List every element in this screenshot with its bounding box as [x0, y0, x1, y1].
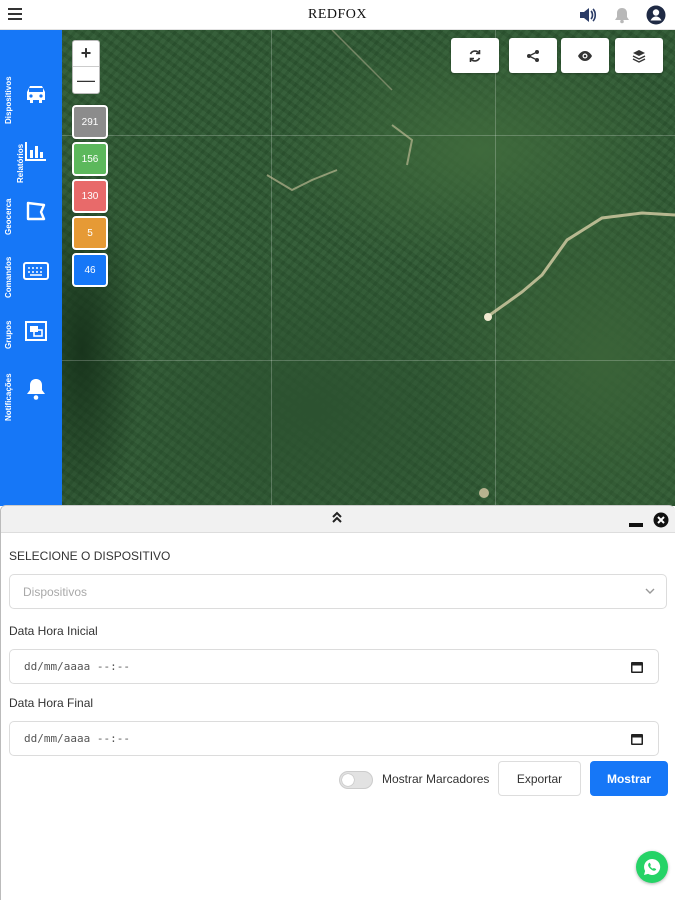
- end-date-label: Data Hora Final: [9, 696, 94, 710]
- map-road-trails: [266, 30, 675, 498]
- layers-button[interactable]: [615, 38, 663, 73]
- visibility-button[interactable]: [561, 38, 609, 73]
- sidebar-item-grupos[interactable]: Grupos: [0, 305, 62, 365]
- app-title: REDFOX: [307, 7, 367, 22]
- end-date-placeholder: dd/mm/aaaa --:--: [24, 732, 130, 745]
- status-badge-green[interactable]: 156: [72, 142, 108, 176]
- export-button[interactable]: Exportar: [498, 761, 581, 796]
- status-badge-gray[interactable]: 291: [72, 105, 108, 139]
- status-badge-red[interactable]: 130: [72, 179, 108, 213]
- calendar-icon[interactable]: [630, 660, 644, 674]
- show-markers-toggle[interactable]: [339, 771, 373, 789]
- calendar-icon[interactable]: [630, 732, 644, 746]
- eye-icon: [578, 50, 592, 61]
- sidebar-item-label: Dispositivos: [4, 76, 13, 124]
- show-button[interactable]: Mostrar: [590, 761, 668, 796]
- sidebar-item-label: Geocerca: [4, 198, 13, 235]
- refresh-button[interactable]: [451, 38, 499, 73]
- volume-icon[interactable]: [577, 4, 599, 26]
- show-markers-label: Mostrar Marcadores: [382, 772, 490, 786]
- bar-chart-icon: [22, 137, 50, 165]
- sidebar-item-label: Notificações: [4, 373, 13, 421]
- geofence-icon: [22, 197, 50, 225]
- minimize-icon[interactable]: [629, 515, 643, 527]
- share-icon: [527, 49, 539, 62]
- keyboard-icon: [22, 257, 50, 285]
- car-icon: [22, 80, 50, 108]
- sidebar-item-relatorios[interactable]: Relatórios: [0, 125, 62, 185]
- start-date-label: Data Hora Inicial: [9, 624, 98, 638]
- share-button[interactable]: [509, 38, 557, 73]
- group-icon: [22, 317, 50, 345]
- bell-icon[interactable]: [611, 4, 633, 26]
- sidebar-item-label: Comandos: [4, 256, 13, 298]
- bell-icon: [22, 375, 50, 403]
- status-badge-orange[interactable]: 5: [72, 216, 108, 250]
- device-select[interactable]: Dispositivos: [9, 574, 667, 609]
- sidebar: Dispositivos Relatórios Geocerca Comando…: [0, 30, 62, 506]
- refresh-icon: [469, 49, 481, 62]
- close-icon[interactable]: [653, 512, 669, 528]
- end-date-input[interactable]: dd/mm/aaaa --:--: [9, 721, 659, 756]
- history-panel: SELECIONE O DISPOSITIVO Dispositivos Dat…: [0, 505, 675, 900]
- layers-icon: [632, 49, 646, 63]
- user-icon[interactable]: [645, 4, 667, 26]
- zoom-in-button[interactable]: +: [73, 41, 99, 67]
- satellite-map[interactable]: + — 291 156 130 5 46: [62, 30, 675, 506]
- sidebar-item-label: Grupos: [4, 320, 13, 349]
- zoom-control: + —: [72, 40, 100, 94]
- zoom-out-button[interactable]: —: [73, 67, 99, 93]
- top-header: REDFOX: [0, 0, 675, 30]
- device-select-value: Dispositivos: [23, 585, 88, 599]
- start-date-placeholder: dd/mm/aaaa --:--: [24, 660, 130, 673]
- chevron-double-up-icon[interactable]: [331, 510, 347, 528]
- chevron-down-icon: [645, 588, 655, 594]
- sidebar-item-notificacoes[interactable]: Notificações: [0, 365, 62, 425]
- header-actions: [577, 4, 667, 26]
- sidebar-item-comandos[interactable]: Comandos: [0, 245, 62, 305]
- status-badge-blue[interactable]: 46: [72, 253, 108, 287]
- panel-header: [1, 506, 675, 533]
- device-label: SELECIONE O DISPOSITIVO: [9, 549, 171, 563]
- sidebar-item-geocerca[interactable]: Geocerca: [0, 185, 62, 245]
- start-date-input[interactable]: dd/mm/aaaa --:--: [9, 649, 659, 684]
- whatsapp-icon[interactable]: [636, 851, 668, 883]
